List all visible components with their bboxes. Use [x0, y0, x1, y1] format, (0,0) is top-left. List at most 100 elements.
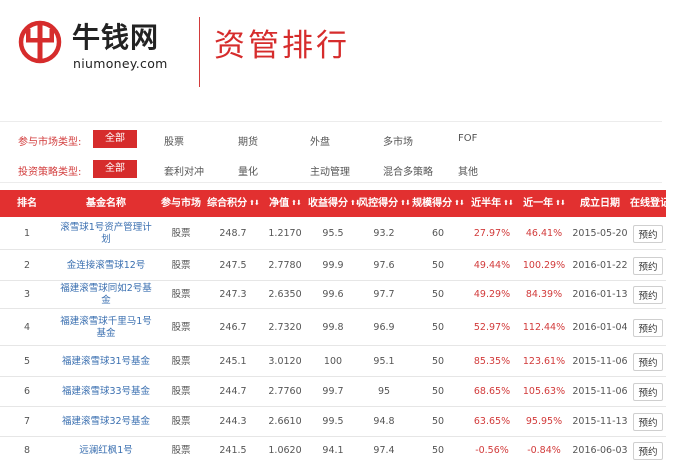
reserve-button[interactable]: 预约 [633, 224, 663, 243]
sort-arrows-icon[interactable]: ⬆⬇ [454, 190, 465, 217]
cell-market: 股票 [171, 321, 191, 333]
market-filter-label: 参与市场类型: [18, 137, 82, 148]
column-header-label: 参与市场 [161, 198, 201, 209]
cell-rank: 3 [23, 289, 31, 300]
header-divider [199, 17, 200, 87]
reserve-button[interactable]: 预约 [633, 318, 663, 337]
cell-rank: 4 [23, 321, 31, 333]
table-row[interactable]: 6 福建滚雪球33号基金 股票 244.7 2.7760 99.7 95 50 68.65% 10… [0, 377, 666, 407]
cell-fund-name[interactable]: 滚雪球1号资产管理计划 [54, 217, 158, 250]
reserve-button[interactable]: 预约 [633, 413, 663, 431]
reserve-button[interactable]: 预约 [633, 442, 663, 460]
cell-return-score: 99.7 [322, 386, 344, 397]
strategy-option-active[interactable]: 主动管理 [310, 163, 350, 178]
strategy-option-arbitrage[interactable]: 套利对冲 [164, 163, 204, 178]
cell-one-year-return: 84.39% [525, 289, 563, 300]
cell-action: 预约 [630, 346, 666, 377]
cell-action: 预约 [630, 377, 666, 407]
cell-rank: 8 [23, 445, 31, 456]
cell-risk-score: 95 [377, 386, 391, 397]
table-row[interactable]: 4 福建滚雪球千里马1号基金 股票 246.7 2.7320 99.8 96.9 50 52.9… [0, 309, 666, 346]
cell-total-score: 247.3 [219, 289, 247, 300]
site-header: 牛钱网 niumoney.com 资管排行 [0, 0, 680, 100]
cell-nav: 2.6350 [268, 289, 302, 300]
column-header-one-year-return[interactable]: 近一年 ⬆⬇ [518, 190, 570, 217]
market-option-overseas[interactable]: 外盘 [310, 133, 330, 148]
reserve-button[interactable]: 预约 [633, 257, 663, 275]
cell-market: 股票 [171, 416, 191, 427]
cell-one-year-return: 123.61% [522, 355, 566, 367]
strategy-filter-row: 投资策略类型: 全部 套利对冲 量化 主动管理 混合多策略 其他 [0, 160, 662, 180]
market-option-stock[interactable]: 股票 [164, 133, 184, 148]
cell-risk-score: 95.1 [373, 355, 395, 367]
cell-risk-score: 97.7 [373, 289, 395, 300]
market-filter-row: 参与市场类型: 全部 股票 期货 外盘 多市场 FOF [0, 130, 662, 150]
market-option-all[interactable]: 全部 [93, 130, 137, 148]
table-row[interactable]: 1 滚雪球1号资产管理计划 股票 248.7 1.2170 95.5 93.2 60 27.97… [0, 217, 666, 250]
cell-risk-score: 94.8 [373, 416, 395, 427]
sort-arrows-icon[interactable]: ⬆⬇ [249, 190, 260, 217]
table-row[interactable]: 3 福建滚雪球同如2号基金 股票 247.3 2.6350 99.6 97.7 50 49.29… [0, 281, 666, 309]
column-header-label: 风控得分 [358, 198, 399, 209]
cell-market: 股票 [171, 260, 191, 271]
reserve-button[interactable]: 预约 [633, 383, 663, 401]
cell-inception-date: 2015-11-13 [572, 416, 628, 427]
reserve-button[interactable]: 预约 [633, 352, 663, 371]
table-row[interactable]: 8 远澜红枫1号 股票 241.5 1.0620 94.1 97.4 50 -0.56% -0.8… [0, 437, 666, 462]
cell-fund-name[interactable]: 金连接滚雪球12号 [54, 251, 158, 281]
sort-arrows-icon[interactable]: ⬆⬇ [555, 190, 566, 217]
market-option-fof[interactable]: FOF [458, 133, 477, 144]
cell-nav: 1.0620 [268, 445, 302, 456]
column-header-label: 排名 [17, 198, 37, 209]
cell-half-year-return: 63.65% [473, 416, 511, 427]
column-header-size-score[interactable]: 规模得分 ⬆⬇ [410, 190, 466, 217]
cell-risk-score: 96.9 [373, 321, 395, 333]
cell-rank: 2 [23, 260, 31, 271]
strategy-option-all[interactable]: 全部 [93, 160, 137, 178]
cell-return-score: 99.6 [322, 289, 344, 300]
reserve-button[interactable]: 预约 [633, 286, 663, 304]
table-row[interactable]: 5 福建滚雪球31号基金 股票 245.1 3.0120 100 95.1 50 85.35% 1… [0, 346, 666, 377]
strategy-option-other[interactable]: 其他 [458, 163, 478, 178]
cell-nav: 3.0120 [268, 355, 302, 367]
cell-fund-name[interactable]: 福建滚雪球33号基金 [54, 377, 158, 407]
column-header-total-score[interactable]: 综合积分 ⬆⬇ [204, 190, 262, 217]
cell-return-score: 99.5 [322, 416, 344, 427]
sort-arrows-icon[interactable]: ⬆⬇ [291, 190, 302, 217]
cell-inception-date: 2015-11-06 [572, 355, 628, 367]
table-row[interactable]: 7 福建滚雪球32号基金 股票 244.3 2.6610 99.5 94.8 50 63.65%… [0, 407, 666, 437]
cell-return-score: 100 [323, 355, 343, 367]
column-header-market: 参与市场 [158, 190, 204, 217]
column-header-label: 收益得分 [308, 198, 348, 209]
column-header-risk-score[interactable]: 风控得分 ⬆⬇ [358, 190, 411, 217]
cell-fund-name[interactable]: 福建滚雪球同如2号基金 [54, 281, 158, 309]
strategy-option-mixed[interactable]: 混合多策略 [383, 163, 433, 178]
cell-inception-date: 2015-05-20 [572, 227, 628, 239]
cell-action: 预约 [630, 251, 666, 281]
cell-action: 预约 [630, 309, 666, 346]
sort-arrows-icon[interactable]: ⬆⬇ [503, 190, 514, 217]
strategy-option-quant[interactable]: 量化 [238, 163, 258, 178]
cell-return-score: 95.5 [322, 227, 344, 239]
table-row[interactable]: 2 金连接滚雪球12号 股票 247.5 2.7780 99.9 97.6 50 49.44% 1… [0, 251, 666, 281]
niumoney-logo-icon[interactable] [18, 20, 62, 64]
cell-action: 预约 [630, 407, 666, 437]
cell-fund-name[interactable]: 福建滚雪球31号基金 [54, 346, 158, 377]
market-option-multi[interactable]: 多市场 [383, 133, 413, 148]
column-header-nav[interactable]: 净值 ⬆⬇ [262, 190, 308, 217]
cell-return-score: 99.8 [322, 321, 344, 333]
market-option-futures[interactable]: 期货 [238, 133, 258, 148]
cell-size-score: 50 [431, 260, 445, 271]
cell-fund-name[interactable]: 远澜红枫1号 [54, 437, 158, 462]
column-header-half-year-return[interactable]: 近半年 ⬆⬇ [466, 190, 518, 217]
column-header-label: 近半年 [471, 198, 502, 209]
cell-fund-name[interactable]: 福建滚雪球32号基金 [54, 407, 158, 437]
cell-size-score: 50 [431, 416, 445, 427]
sort-arrows-icon[interactable]: ⬆⬇ [400, 190, 411, 217]
logo-text[interactable]: 牛钱网 [72, 22, 159, 54]
column-header-rank: 排名 [0, 190, 54, 217]
column-header-return-score[interactable]: 收益得分 ⬆⬇ [308, 190, 361, 217]
column-header-label: 近一年 [523, 198, 554, 209]
cell-fund-name[interactable]: 福建滚雪球千里马1号基金 [54, 309, 158, 346]
filter-panel: 参与市场类型: 全部 股票 期货 外盘 多市场 FOF 投资策略类型: 全部 套… [0, 121, 662, 183]
